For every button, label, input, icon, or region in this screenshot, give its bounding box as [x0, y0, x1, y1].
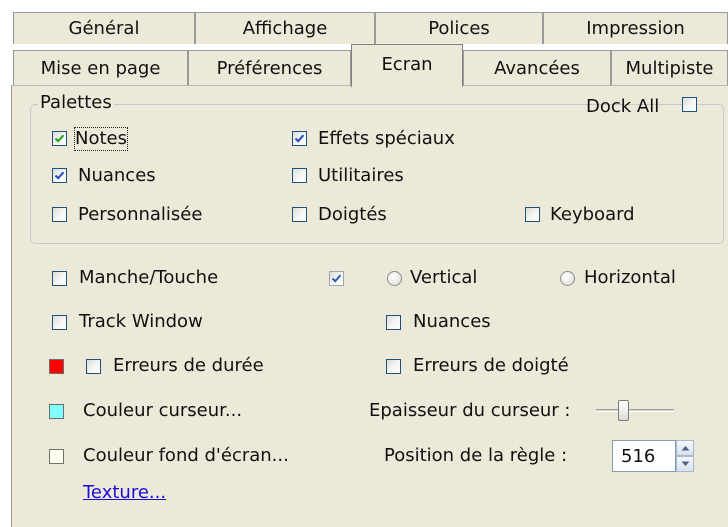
- erreurs-duree-checkbox[interactable]: [86, 359, 101, 374]
- doigtes-checkbox[interactable]: [292, 207, 307, 222]
- tab-mise-en-page[interactable]: Mise en page: [13, 50, 188, 85]
- nuances-checkbox[interactable]: [52, 168, 67, 183]
- tab-polices[interactable]: Polices: [375, 12, 543, 44]
- tab-mise-en-page-label: Mise en page: [40, 57, 161, 79]
- track-window-checkbox[interactable]: [52, 315, 67, 330]
- tab-avancees-label: Avancées: [494, 57, 580, 79]
- checkmark-icon: [294, 134, 305, 143]
- notes-label: Notes: [74, 127, 128, 151]
- tab-multipiste[interactable]: Multipiste: [611, 50, 728, 85]
- nuances-display-checkbox[interactable]: [386, 315, 401, 330]
- tab-general[interactable]: Général: [13, 12, 195, 44]
- epaisseur-curseur-label: Epaisseur du curseur :: [369, 400, 571, 421]
- tab-affichage[interactable]: Affichage: [195, 12, 375, 44]
- tab-ecran[interactable]: Ecran: [351, 44, 463, 87]
- palettes-group-title: Palettes: [38, 92, 114, 113]
- texture-link[interactable]: Texture...: [83, 482, 166, 504]
- horizontal-radio[interactable]: [560, 271, 575, 286]
- couleur-fond-button[interactable]: Couleur fond d'écran...: [83, 445, 289, 467]
- arrow-down-icon: [681, 461, 689, 466]
- tab-affichage-label: Affichage: [242, 18, 328, 39]
- epaisseur-curseur-slider-track[interactable]: [596, 409, 674, 412]
- couleur-curseur-button[interactable]: Couleur curseur...: [83, 400, 242, 422]
- doigtes-label: Doigtés: [318, 204, 387, 225]
- tab-general-label: Général: [68, 18, 140, 39]
- position-regle-input[interactable]: [612, 440, 676, 472]
- keyboard-label: Keyboard: [550, 204, 635, 225]
- erreurs-duree-color-swatch[interactable]: [49, 359, 64, 374]
- tab-preferences[interactable]: Préférences: [188, 50, 351, 85]
- tab-avancees[interactable]: Avancées: [463, 50, 611, 85]
- preferences-dialog: Général Affichage Polices Impression Mis…: [0, 0, 728, 527]
- checkmark-icon: [54, 134, 65, 143]
- manche-touche-checkbox[interactable]: [52, 271, 67, 286]
- track-window-label: Track Window: [79, 311, 203, 332]
- personnalisee-checkbox[interactable]: [52, 207, 67, 222]
- tab-multipiste-label: Multipiste: [625, 57, 714, 79]
- utilitaires-label: Utilitaires: [318, 165, 404, 186]
- spin-up-button[interactable]: [676, 440, 694, 456]
- tab-preferences-label: Préférences: [216, 57, 323, 79]
- erreurs-duree-label: Erreurs de durée: [113, 355, 264, 376]
- personnalisee-label: Personnalisée: [78, 204, 203, 225]
- spin-down-button[interactable]: [676, 456, 694, 472]
- position-regle-label: Position de la règle :: [384, 445, 568, 466]
- couleur-curseur-swatch[interactable]: [49, 404, 64, 419]
- effets-speciaux-label: Effets spéciaux: [318, 128, 455, 149]
- checkmark-icon: [54, 171, 65, 180]
- dock-all-checkbox[interactable]: [682, 97, 697, 112]
- tab-impression[interactable]: Impression: [543, 12, 728, 44]
- erreurs-doigte-checkbox[interactable]: [386, 359, 401, 374]
- orientation-checkbox[interactable]: [329, 271, 344, 286]
- tab-polices-label: Polices: [428, 18, 490, 39]
- keyboard-checkbox[interactable]: [525, 207, 540, 222]
- vertical-radio[interactable]: [387, 271, 402, 286]
- nuances-display-label: Nuances: [413, 311, 491, 332]
- utilitaires-checkbox[interactable]: [292, 168, 307, 183]
- notes-checkbox[interactable]: [52, 131, 67, 146]
- tab-ecran-label: Ecran: [381, 53, 433, 75]
- dock-all-label: Dock All: [586, 96, 660, 117]
- nuances-label: Nuances: [78, 165, 156, 186]
- vertical-label: Vertical: [410, 267, 478, 288]
- couleur-fond-swatch[interactable]: [49, 449, 64, 464]
- manche-touche-label: Manche/Touche: [79, 267, 219, 288]
- erreurs-doigte-label: Erreurs de doigté: [413, 355, 569, 376]
- horizontal-label: Horizontal: [584, 267, 676, 288]
- effets-speciaux-checkbox[interactable]: [292, 131, 307, 146]
- tab-impression-label: Impression: [586, 18, 685, 39]
- arrow-up-icon: [681, 446, 689, 451]
- epaisseur-curseur-slider-thumb[interactable]: [618, 400, 629, 421]
- checkmark-icon: [331, 274, 342, 283]
